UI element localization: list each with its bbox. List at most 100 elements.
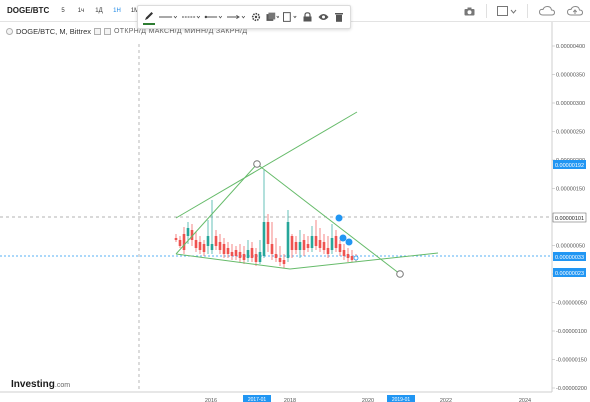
price-scale-label: 0.00000350 (556, 73, 585, 79)
interval-selector: 5 1ч 1Д 1Н 1М (54, 4, 144, 18)
price-badge: 0.00000101 (555, 216, 584, 222)
candle-body (270, 244, 274, 254)
cloud-save-icon[interactable] (538, 4, 556, 18)
candle-body (186, 228, 190, 236)
price-scale-label: 0.00000050 (556, 244, 585, 250)
candle-body (174, 238, 178, 240)
candle-body (318, 240, 322, 248)
settings-icon[interactable] (250, 9, 262, 25)
event-marker-icon[interactable] (335, 214, 343, 222)
chart-style-dropdown-icon[interactable] (497, 4, 517, 18)
candle-body (302, 240, 306, 250)
price-scale-label: 0.00000250 (556, 130, 585, 136)
candle-body (182, 234, 186, 250)
candle-body (178, 240, 182, 246)
candle-body (346, 254, 350, 258)
clone-icon[interactable] (283, 9, 297, 25)
descending-trendline[interactable] (256, 163, 401, 275)
candle-body (298, 242, 302, 250)
trendline-drawings[interactable] (175, 111, 439, 278)
event-markers[interactable] (335, 214, 359, 261)
event-marker-icon[interactable] (339, 234, 347, 242)
candle-body (262, 222, 266, 256)
upper-channel-line[interactable] (175, 111, 358, 219)
time-scale: 2017-01 2019-01 2016 2018 2020 2022 2024 (205, 395, 531, 402)
candle-body (286, 222, 290, 258)
interval-5[interactable]: 5 (54, 4, 72, 18)
candle-body (322, 242, 326, 250)
candle-body (278, 258, 282, 262)
chart-area[interactable]: 0.00000400 0.00000350 0.00000300 0.00000250… (0, 22, 590, 402)
candle-body (290, 236, 294, 250)
candle-body (202, 244, 206, 252)
candle-body (282, 260, 286, 264)
interval-1h[interactable]: 1ч (72, 4, 90, 18)
investing-logo: Investing.com (11, 379, 71, 390)
divider (527, 4, 528, 18)
line-style-icon[interactable] (159, 9, 178, 25)
candle-body (334, 236, 338, 248)
anchor-handle[interactable] (253, 160, 261, 168)
candle-body (306, 244, 310, 248)
layers-icon[interactable] (266, 9, 280, 25)
candle-body (330, 238, 334, 250)
time-label: 2018 (284, 398, 296, 402)
candle-body (310, 236, 314, 248)
event-marker-icon[interactable] (345, 238, 353, 246)
price-scale-label: 0.00000400 (556, 44, 585, 50)
candle-body (246, 250, 250, 258)
price-chart[interactable]: 0.00000400 0.00000350 0.00000300 0.00000250… (0, 22, 590, 402)
candle-body (214, 236, 218, 246)
candle-body (326, 248, 330, 254)
camera-icon[interactable] (462, 4, 476, 18)
candle-body (274, 254, 278, 258)
line-ends-icon[interactable] (204, 9, 223, 25)
symbol-name[interactable]: DOGE/BTC (4, 4, 52, 18)
lock-icon[interactable] (301, 9, 313, 25)
divider (486, 4, 487, 18)
candle-body (294, 242, 298, 250)
interval-1d[interactable]: 1Д (90, 4, 108, 18)
candle-body (218, 242, 222, 250)
price-scale-label: -0.00000050 (556, 301, 587, 307)
time-highlight-label: 2017-01 (248, 397, 267, 402)
price-badge: 0.00000192 (555, 163, 584, 169)
time-label: 2020 (362, 398, 374, 402)
pencil-icon[interactable] (143, 9, 155, 25)
interval-1w[interactable]: 1Н (108, 4, 126, 18)
price-scale-label: 0.00000300 (556, 101, 585, 107)
candle-body (350, 256, 354, 260)
candle-body (242, 254, 246, 260)
visibility-icon[interactable] (317, 9, 329, 25)
anchor-handle[interactable] (396, 270, 404, 278)
lower-right-line[interactable] (289, 252, 439, 270)
candle-body (234, 250, 238, 256)
candle-body (258, 252, 262, 262)
price-scale-label: -0.00000100 (556, 329, 587, 335)
line-width-icon[interactable] (181, 9, 201, 25)
trash-icon[interactable] (333, 9, 345, 25)
price-scale-label: 0.00000150 (556, 187, 585, 193)
price-badge: 0.00000023 (555, 271, 584, 277)
price-scale-label: -0.00000150 (556, 358, 587, 364)
event-marker-icon[interactable] (353, 255, 359, 261)
candle-body (206, 236, 210, 246)
cloud-load-icon[interactable] (566, 4, 584, 18)
time-label: 2016 (205, 398, 217, 402)
price-scale-label: -0.00000200 (556, 386, 587, 392)
right-tools (462, 3, 584, 19)
candle-body (194, 240, 198, 248)
price-badges: 0.00000192 0.00000101 0.00000033 0.00000… (552, 160, 587, 277)
candle-body (314, 236, 318, 246)
candle-body (338, 244, 342, 252)
candle-body (198, 242, 202, 250)
price-badge: 0.00000033 (555, 255, 584, 261)
arrow-style-icon[interactable] (227, 9, 246, 25)
candle-body (226, 248, 230, 254)
time-label: 2024 (519, 398, 531, 402)
candle-body (254, 254, 258, 262)
candle-body (266, 222, 270, 244)
candle-body (342, 250, 346, 256)
candle-body (238, 252, 242, 258)
time-highlight-label: 2019-01 (392, 397, 411, 402)
